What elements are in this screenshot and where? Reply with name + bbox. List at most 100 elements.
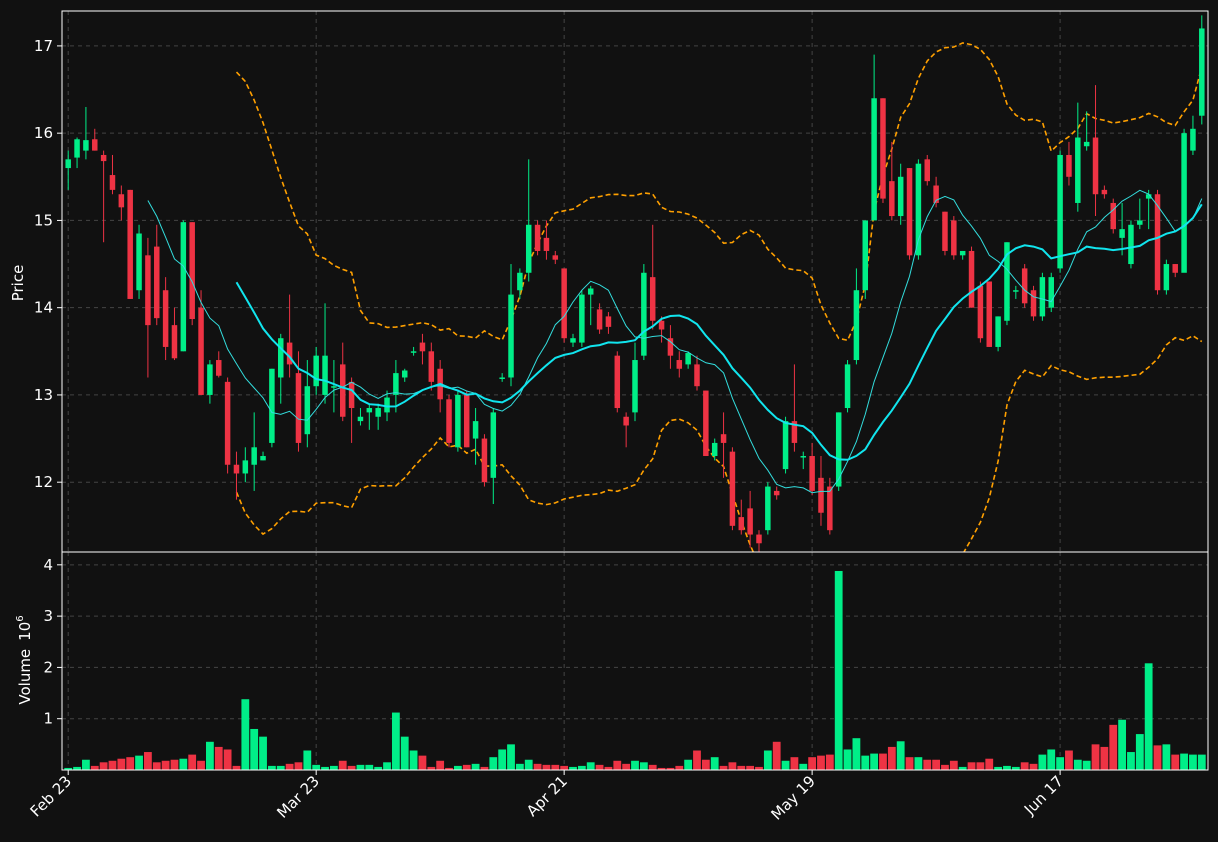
candle-body (959, 250, 966, 256)
volume-bar (294, 762, 303, 770)
volume-bar (338, 760, 347, 770)
candle-body (1075, 137, 1081, 203)
volume-bar (622, 763, 631, 770)
volume-bar (126, 757, 135, 770)
volume-bar (524, 759, 533, 770)
volume-bar (941, 764, 949, 770)
volume-bar (1180, 753, 1188, 770)
candle-body (207, 364, 213, 395)
volume-bar (1082, 760, 1091, 770)
candle (1199, 15, 1205, 125)
volume-bar (1056, 757, 1064, 770)
candle-body (1092, 137, 1099, 195)
candle-body (100, 154, 107, 162)
volume-bar (613, 760, 622, 770)
candle-body (685, 353, 691, 365)
volume-tick-label: 4 (43, 556, 53, 574)
volume-bar (577, 765, 586, 770)
candle-body (1013, 290, 1019, 292)
candle-body (720, 434, 727, 443)
candle-body (773, 490, 780, 496)
volume-axis-exponent-base: 10 (16, 622, 34, 641)
volume-bar (214, 746, 223, 770)
volume-bar (498, 749, 507, 770)
volume-bar (285, 763, 294, 770)
candle-body (827, 486, 833, 531)
volume-bar (781, 760, 790, 770)
candle-body (1163, 264, 1170, 291)
candle (136, 224, 142, 299)
candle-body (74, 139, 80, 158)
volume-bar (267, 765, 276, 770)
volume-bar (728, 762, 737, 770)
candle-body (1057, 154, 1063, 269)
candle (782, 416, 789, 474)
volume-bar (329, 765, 338, 770)
volume-bar (507, 744, 515, 770)
candle-body (543, 237, 550, 251)
volume-bar (1109, 724, 1118, 770)
volume-bar (409, 750, 418, 770)
volume-axis-label-text: Volume (16, 649, 34, 705)
candle-body (490, 412, 497, 478)
volume-bar (817, 755, 825, 770)
candle-body (481, 438, 488, 483)
volume-bar (1189, 754, 1197, 770)
candle-body (295, 373, 302, 443)
volume-bar (108, 760, 117, 770)
candle-body (286, 342, 293, 365)
candle-body (1066, 154, 1072, 177)
volume-bar (595, 764, 604, 770)
volume-bar (400, 736, 409, 770)
candle-body (800, 456, 807, 458)
candle-body (162, 290, 169, 347)
volume-bar (170, 759, 179, 770)
volume-bar (453, 765, 462, 770)
candlestick-chart: 121314151617 1234 Feb 23 Mar 23 Apr 21 May … (0, 0, 1218, 842)
candle-body (552, 255, 559, 260)
volume-bar (1118, 719, 1126, 770)
volume-axis-exponent-power: 6 (15, 615, 26, 621)
candle-body (401, 370, 408, 378)
candle-body (889, 181, 895, 217)
candle (269, 368, 275, 448)
price-tick-label: 17 (34, 37, 53, 55)
candle (880, 98, 886, 203)
candle (481, 434, 488, 487)
candle (862, 220, 869, 299)
volume-bar (772, 741, 781, 770)
candle (906, 168, 913, 260)
candle-body (1101, 189, 1108, 195)
candle-body (924, 159, 931, 182)
volume-bar (932, 759, 941, 770)
candle-body (1172, 264, 1178, 273)
candle-body (1083, 141, 1090, 147)
candle-body (729, 451, 736, 526)
volume-bar (232, 765, 241, 770)
volume-bar (1038, 754, 1047, 770)
volume-bar (347, 765, 356, 770)
candle-body (1119, 229, 1125, 238)
candle (924, 154, 931, 186)
volume-bar (356, 764, 365, 770)
volume-bar (1073, 759, 1082, 770)
candle (951, 216, 957, 260)
candle-body (339, 364, 346, 417)
candle-body (951, 220, 957, 256)
volume-bar (967, 762, 976, 770)
candle (1057, 150, 1063, 273)
candle-body (384, 397, 390, 413)
candle-body (649, 277, 656, 321)
candle-body (942, 211, 948, 251)
candle (463, 390, 470, 448)
candle-body (251, 447, 257, 465)
volume-tick-label: 1 (43, 710, 53, 728)
volume-bar (1020, 762, 1029, 770)
volume-bar (1127, 752, 1135, 770)
candle-body (145, 255, 151, 326)
candle-body (623, 416, 629, 426)
candle-body (1039, 277, 1046, 317)
candle-body (579, 294, 585, 343)
candle-body (525, 224, 532, 273)
candle (1128, 220, 1134, 269)
